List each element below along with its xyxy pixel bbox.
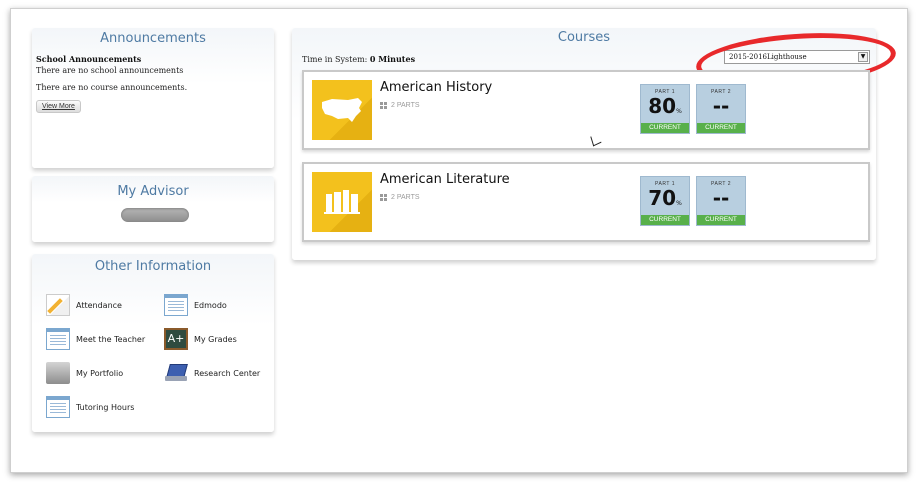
course-title[interactable]: American Literature	[380, 172, 510, 187]
course-parts: 2 PARTS	[380, 102, 420, 109]
part-2-tile[interactable]: PART 2 -- CURRENT	[696, 176, 746, 226]
link-label: Research Center	[194, 368, 261, 378]
status-badge: CURRENT	[697, 123, 745, 133]
course-card[interactable]: American History 2 PARTS PART 1 80% CURR…	[302, 70, 870, 150]
part-score: --	[712, 94, 730, 118]
link-my-grades[interactable]: A+ My Grades	[164, 328, 237, 350]
school-announcements-heading: School Announcements	[36, 54, 142, 64]
parts-label: 2 PARTS	[391, 102, 420, 109]
link-meet-the-teacher[interactable]: Meet the Teacher	[46, 328, 145, 350]
link-label: Attendance	[76, 300, 122, 310]
tutoring-icon	[46, 396, 70, 418]
course-announcements-text: There are no course announcements.	[36, 83, 188, 92]
time-label: Time in System:	[302, 55, 368, 64]
edmodo-icon	[164, 294, 188, 316]
grid-icon	[380, 194, 387, 201]
meet-teacher-icon	[46, 328, 70, 350]
part-2-tile[interactable]: PART 2 -- CURRENT	[696, 84, 746, 134]
part-1-tile[interactable]: PART 1 80% CURRENT	[640, 84, 690, 134]
link-tutoring-hours[interactable]: Tutoring Hours	[46, 396, 134, 418]
link-my-portfolio[interactable]: My Portfolio	[46, 362, 123, 384]
course-parts: 2 PARTS	[380, 194, 420, 201]
link-label: Meet the Teacher	[76, 334, 146, 344]
view-more-button[interactable]: View More	[36, 100, 81, 113]
announcements-panel: Announcements School Announcements There…	[32, 28, 274, 168]
status-badge: CURRENT	[697, 215, 745, 225]
advisor-panel: My Advisor	[32, 176, 274, 242]
grid-icon	[380, 102, 387, 109]
advisor-title: My Advisor	[117, 184, 189, 199]
course-card[interactable]: American Literature 2 PARTS PART 1 70% C…	[302, 162, 870, 242]
link-label: My Portfolio	[76, 368, 124, 378]
other-information-panel: Other Information Attendance Edmodo Meet…	[32, 254, 274, 432]
link-label: Edmodo	[194, 300, 227, 310]
other-information-title: Other Information	[94, 259, 212, 274]
grades-icon: A+	[164, 328, 188, 350]
link-label: Tutoring Hours	[76, 402, 135, 412]
advisor-button[interactable]	[121, 208, 189, 222]
link-edmodo[interactable]: Edmodo	[164, 294, 227, 316]
laptop-icon	[164, 362, 188, 384]
part-score: 70%	[648, 186, 682, 210]
part-score: 80%	[648, 94, 682, 118]
parts-label: 2 PARTS	[391, 194, 420, 201]
time-value: 0 Minutes	[369, 54, 416, 64]
books-icon	[312, 172, 372, 232]
part-1-tile[interactable]: PART 1 70% CURRENT	[640, 176, 690, 226]
portfolio-icon	[46, 362, 70, 384]
usa-map-icon	[312, 80, 372, 140]
school-announcements-text: There are no school announcements	[36, 66, 184, 75]
link-label: My Grades	[194, 334, 237, 344]
announcements-title: Announcements	[100, 31, 206, 46]
status-badge: CURRENT	[641, 123, 689, 133]
status-badge: CURRENT	[641, 215, 689, 225]
course-title[interactable]: American History	[380, 80, 492, 95]
time-in-system: Time in System: 0 Minutes	[302, 54, 415, 64]
attendance-icon	[46, 294, 70, 316]
link-research-center[interactable]: Research Center	[164, 362, 260, 384]
link-attendance[interactable]: Attendance	[46, 294, 122, 316]
part-score: --	[712, 186, 730, 210]
